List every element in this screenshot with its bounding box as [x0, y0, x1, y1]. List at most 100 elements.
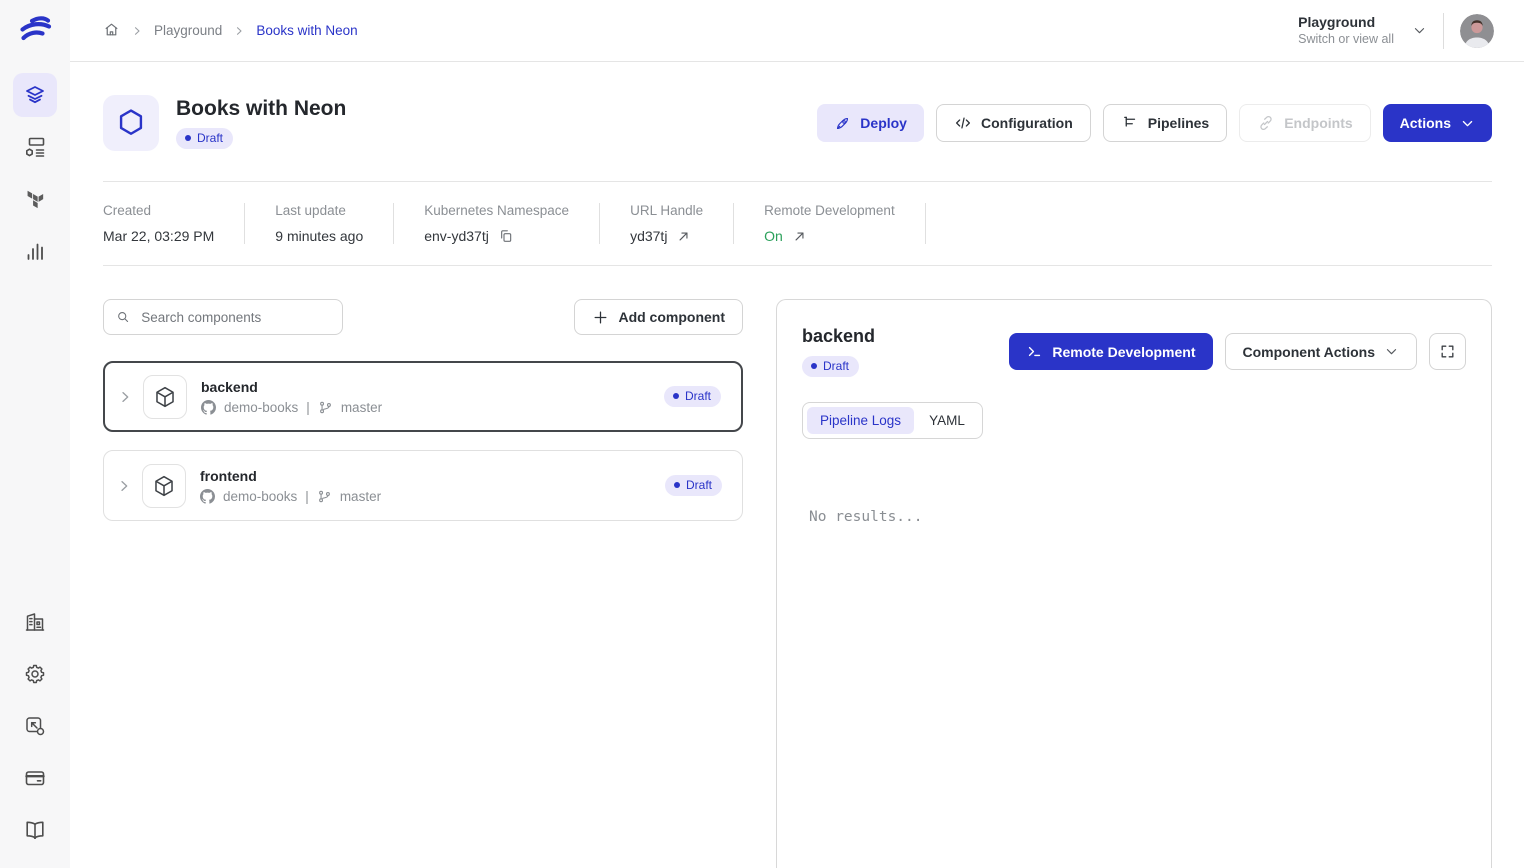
bar-chart-icon: [23, 239, 47, 263]
rocket-icon: [834, 115, 851, 132]
sidebar-item-documentation[interactable]: [13, 808, 57, 852]
separator: |: [306, 400, 310, 415]
component-actions-button[interactable]: Component Actions: [1225, 333, 1417, 370]
meta-url-handle: URL Handle yd37tj: [600, 203, 734, 244]
choreo-logo-icon: [17, 12, 53, 48]
component-card-frontend[interactable]: frontend demo-books |: [103, 450, 743, 521]
component-card-text: frontend demo-books |: [200, 468, 381, 504]
status-label: Draft: [686, 478, 712, 492]
meta-label: Created: [103, 203, 214, 218]
breadcrumb: Playground Books with Neon: [103, 21, 358, 41]
code-icon: [954, 114, 972, 132]
meta-kubernetes-namespace: Kubernetes Namespace env-yd37tj: [394, 203, 600, 244]
org-text: Playground Switch or view all: [1298, 14, 1394, 48]
component-card-backend[interactable]: backend demo-books |: [103, 361, 743, 432]
expand-chevron-icon[interactable]: [117, 389, 133, 405]
git-branch-icon: [318, 400, 333, 415]
configuration-button[interactable]: Configuration: [936, 104, 1091, 142]
sidebar-item-resources[interactable]: [13, 125, 57, 169]
main-area: Playground Books with Neon Playground Sw…: [70, 0, 1524, 868]
search-box: [103, 299, 343, 335]
remote-development-label: Remote Development: [1052, 344, 1195, 360]
chevron-down-icon: [1384, 344, 1399, 359]
search-input[interactable]: [139, 309, 330, 326]
meta-last-update: Last update 9 minutes ago: [245, 203, 394, 244]
org-name: Playground: [1298, 14, 1394, 32]
sidebar-item-terraform[interactable]: [13, 177, 57, 221]
resources-icon: [23, 135, 47, 159]
external-link-icon: [792, 229, 807, 244]
page-title: Books with Neon: [176, 97, 346, 121]
meta-value-on: On: [764, 228, 783, 244]
sidebar-nav-top: [13, 73, 57, 273]
sidebar-item-components[interactable]: [13, 73, 57, 117]
project-meta-row: Created Mar 22, 03:29 PM Last update 9 m…: [103, 181, 1492, 266]
terraform-icon: [24, 188, 46, 210]
branch-name: master: [341, 400, 382, 415]
export-icon: [23, 714, 47, 738]
component-cube-icon: [143, 375, 187, 419]
component-cube-icon: [142, 464, 186, 508]
actions-button[interactable]: Actions: [1383, 104, 1492, 142]
actions-button-label: Actions: [1400, 115, 1451, 131]
status-label: Draft: [823, 359, 849, 373]
breadcrumb-home[interactable]: [103, 21, 120, 41]
git-branch-icon: [317, 489, 332, 504]
expand-chevron-icon[interactable]: [116, 478, 132, 494]
component-repo-info: demo-books |: [201, 400, 382, 415]
component-status-badge: Draft: [665, 475, 722, 496]
pipelines-button[interactable]: Pipelines: [1103, 104, 1227, 142]
detail-tabs: Pipeline Logs YAML: [802, 402, 983, 439]
open-url-link[interactable]: [676, 229, 691, 244]
topbar-right: Playground Switch or view all: [1298, 13, 1494, 49]
tab-yaml[interactable]: YAML: [916, 407, 978, 434]
hexagon-icon: [114, 106, 148, 140]
tab-pipeline-logs[interactable]: Pipeline Logs: [807, 407, 914, 434]
breadcrumb-playground[interactable]: Playground: [154, 23, 222, 38]
detail-title-block: backend Draft: [802, 326, 875, 377]
sidebar-item-observability[interactable]: [13, 229, 57, 273]
add-component-button[interactable]: Add component: [574, 299, 743, 335]
copy-button[interactable]: [498, 228, 514, 244]
org-switcher[interactable]: Playground Switch or view all: [1298, 14, 1427, 48]
fullscreen-icon: [1439, 343, 1456, 360]
chevron-right-icon: [233, 25, 245, 37]
status-dot: [673, 393, 679, 399]
status-dot: [674, 482, 680, 488]
github-icon: [201, 400, 216, 415]
sidebar-item-settings[interactable]: [13, 652, 57, 696]
deploy-button-label: Deploy: [860, 115, 907, 131]
meta-value: yd37tj: [630, 228, 667, 244]
fullscreen-button[interactable]: [1429, 333, 1466, 370]
topbar: Playground Books with Neon Playground Sw…: [70, 0, 1524, 62]
deploy-button[interactable]: Deploy: [817, 104, 924, 142]
sidebar-item-export[interactable]: [13, 704, 57, 748]
content-columns: Add component: [103, 299, 1492, 868]
sidebar: [0, 0, 70, 868]
home-icon: [103, 21, 120, 38]
remote-development-button[interactable]: Remote Development: [1009, 333, 1212, 370]
organization-icon: [23, 610, 47, 634]
component-actions-label: Component Actions: [1243, 344, 1375, 360]
project-status-badge: Draft: [176, 128, 233, 149]
choreo-logo[interactable]: [15, 10, 55, 50]
sidebar-item-organization[interactable]: [13, 600, 57, 644]
meta-remote-development: Remote Development On: [734, 203, 926, 244]
user-avatar[interactable]: [1460, 14, 1494, 48]
empty-results-text: No results...: [809, 509, 1466, 525]
open-remote-dev-link[interactable]: [792, 229, 807, 244]
layers-icon: [23, 83, 47, 107]
status-label: Draft: [197, 131, 223, 145]
add-component-label: Add component: [618, 309, 725, 325]
meta-value: env-yd37tj: [424, 228, 489, 244]
status-dot: [185, 135, 191, 141]
repo-name: demo-books: [223, 489, 297, 504]
plus-icon: [592, 309, 609, 326]
gear-icon: [23, 662, 47, 686]
component-name: backend: [201, 379, 382, 395]
org-subtitle: Switch or view all: [1298, 31, 1394, 47]
book-icon: [23, 818, 47, 842]
separator: |: [305, 489, 309, 504]
sidebar-item-billing[interactable]: [13, 756, 57, 800]
detail-panel-actions: Remote Development Component Actions: [1009, 333, 1466, 370]
